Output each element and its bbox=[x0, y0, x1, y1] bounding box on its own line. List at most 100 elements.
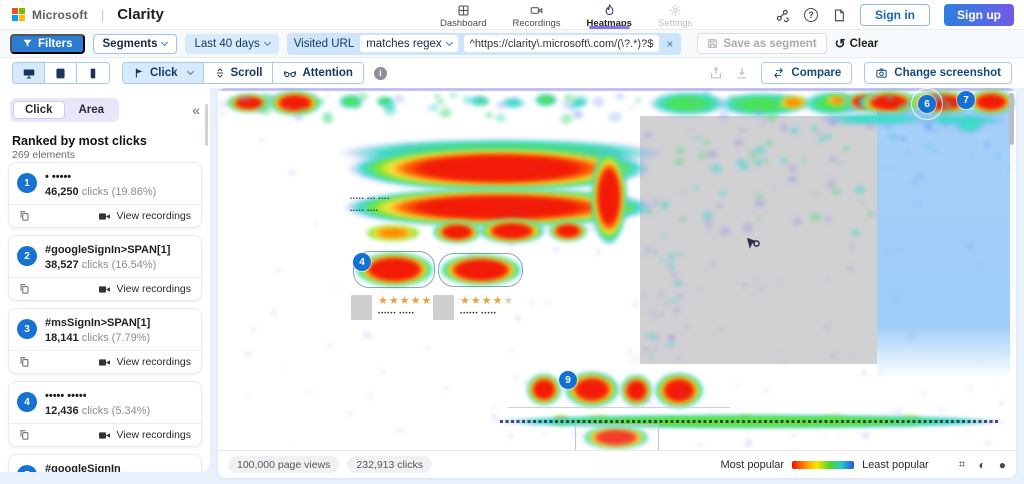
view-recordings-button[interactable]: View recordings bbox=[98, 356, 191, 368]
settings-gear-icon bbox=[670, 4, 681, 16]
list-item[interactable]: 2 #googleSignIn>SPAN[1] 38,527 clicks (1… bbox=[8, 235, 202, 301]
heat-noise-dot bbox=[866, 210, 875, 218]
heat-noise-dot bbox=[835, 432, 841, 438]
map-badge-7[interactable]: 7 bbox=[957, 91, 975, 109]
device-mobile-button[interactable] bbox=[77, 63, 109, 83]
list-item[interactable]: 1 • ••••• 46,250 clicks (19.86%) View re… bbox=[8, 162, 202, 228]
copy-icon[interactable] bbox=[19, 210, 30, 222]
segments-dropdown[interactable]: Segments bbox=[92, 33, 178, 54]
heat-noise-dot bbox=[507, 433, 515, 439]
heat-blob bbox=[548, 220, 588, 242]
copy-icon[interactable] bbox=[19, 429, 30, 441]
list-item[interactable]: 5 #googleSignIn 11,858 clicks (5.09%) Vi… bbox=[8, 454, 202, 472]
heat-noise-dot bbox=[708, 261, 716, 268]
heat-noise-dot bbox=[275, 266, 283, 273]
heat-blob bbox=[364, 224, 422, 242]
copy-icon[interactable] bbox=[19, 283, 30, 295]
heat-noise-dot bbox=[287, 168, 297, 177]
heat-noise-dot bbox=[587, 224, 598, 233]
date-range-dropdown[interactable]: Last 40 days bbox=[185, 33, 279, 54]
grid-settings-icon[interactable]: ⌗ bbox=[959, 457, 966, 472]
info-icon[interactable]: i bbox=[373, 66, 387, 80]
heat-noise-dot bbox=[837, 161, 844, 166]
masked-review-text: •••••• ••••• bbox=[460, 311, 497, 317]
heat-noise-dot bbox=[672, 307, 681, 314]
heatmap-status-bar: 100,000 page views 232,913 clicks Most p… bbox=[218, 450, 1016, 478]
collapse-panel-icon[interactable]: « bbox=[192, 102, 200, 118]
match-type-dropdown[interactable]: matches regex bbox=[360, 35, 458, 52]
heat-noise-dot bbox=[321, 110, 332, 119]
scroll-mode-button[interactable]: Scroll bbox=[203, 63, 274, 83]
heat-noise-dot bbox=[483, 111, 494, 120]
compare-button[interactable]: Compare bbox=[761, 62, 853, 84]
heat-noise-dot bbox=[449, 91, 459, 99]
heat-noise-dot bbox=[764, 138, 775, 147]
map-badge-6[interactable]: 6 bbox=[911, 88, 943, 120]
url-value-input[interactable]: ^https://clarity\.microsoft\.com/(\?.*)?… bbox=[463, 35, 660, 52]
heat-blob bbox=[432, 220, 482, 244]
review-card: ★★★★★ •••••• ••••• bbox=[433, 295, 514, 320]
nav-dashboard[interactable]: Dashboard bbox=[438, 0, 488, 30]
app-title: Clarity bbox=[117, 6, 164, 23]
device-toggle-group bbox=[12, 62, 110, 84]
contrast-icon[interactable]: ● bbox=[999, 458, 1006, 472]
attention-mode-button[interactable]: Attention bbox=[273, 63, 363, 83]
share-link-icon[interactable] bbox=[775, 8, 790, 23]
nav-recordings[interactable]: Recordings bbox=[510, 0, 562, 30]
heatmap-scrollbar[interactable] bbox=[1009, 93, 1014, 145]
sign-up-button[interactable]: Sign up bbox=[944, 4, 1014, 26]
heat-noise-dot bbox=[848, 243, 856, 250]
heat-noise-dot bbox=[853, 184, 867, 195]
microsoft-wordmark: Microsoft bbox=[32, 7, 88, 22]
heat-noise-dot bbox=[717, 189, 727, 198]
map-badge-9[interactable]: 9 bbox=[559, 371, 577, 389]
list-item[interactable]: 4 ••••• ••••• 12,436 clicks (5.34%) View… bbox=[8, 381, 202, 447]
click-mode-button[interactable]: Click bbox=[123, 63, 204, 83]
page-views-chip: 100,000 page views bbox=[228, 456, 340, 473]
map-badge-4[interactable]: 4 bbox=[353, 253, 371, 271]
video-camera-icon bbox=[99, 285, 111, 293]
copy-icon[interactable] bbox=[19, 356, 30, 368]
save-as-segment-button[interactable]: Save as segment bbox=[697, 33, 827, 54]
view-recordings-button[interactable]: View recordings bbox=[98, 429, 191, 441]
heat-noise-dot bbox=[845, 352, 853, 358]
change-screenshot-button[interactable]: Change screenshot bbox=[864, 62, 1012, 84]
feedback-doc-icon[interactable] bbox=[832, 8, 846, 23]
heat-noise-dot bbox=[526, 165, 534, 172]
heat-noise-dot bbox=[257, 137, 267, 145]
view-recordings-button[interactable]: View recordings bbox=[98, 283, 191, 295]
remove-filter-icon[interactable]: × bbox=[665, 37, 674, 51]
recordings-camera-icon bbox=[530, 6, 543, 14]
device-tablet-button[interactable] bbox=[45, 63, 77, 83]
heat-noise-dot bbox=[648, 354, 655, 360]
sign-in-button[interactable]: Sign in bbox=[860, 4, 930, 26]
list-item[interactable]: 3 #msSignIn>SPAN[1] 18,141 clicks (7.79%… bbox=[8, 308, 202, 374]
nav-heatmaps[interactable]: Heatmaps bbox=[585, 0, 634, 30]
masked-review-text: •••••• ••••• bbox=[378, 311, 415, 317]
view-recordings-button[interactable]: View recordings bbox=[98, 210, 191, 222]
nav-settings[interactable]: Settings bbox=[656, 0, 694, 30]
heat-noise-dot bbox=[669, 297, 679, 304]
star-rating: ★★★★★ bbox=[378, 295, 433, 307]
brightness-icon[interactable]: ◐ bbox=[979, 458, 986, 472]
heat-noise-dot bbox=[762, 388, 770, 394]
heat-noise-dot bbox=[650, 310, 656, 314]
share-icon[interactable] bbox=[709, 66, 723, 80]
heat-noise-dot bbox=[1007, 347, 1014, 353]
heat-noise-dot bbox=[879, 372, 884, 376]
heat-noise-dot bbox=[395, 426, 406, 435]
clear-filters-button[interactable]: ↺ Clear bbox=[835, 36, 879, 52]
tab-click[interactable]: Click bbox=[13, 101, 65, 119]
heatmap-viewport[interactable]: ★★★★★ •••••• ••••• ★★★★★ •••••• ••••• ••… bbox=[218, 88, 1016, 450]
panel-scrollbar[interactable] bbox=[205, 104, 208, 146]
download-icon[interactable] bbox=[735, 66, 749, 80]
heat-noise-dot bbox=[968, 151, 973, 156]
funnel-icon bbox=[23, 39, 32, 47]
filters-button[interactable]: Filters bbox=[10, 33, 85, 54]
help-icon[interactable]: ? bbox=[804, 8, 818, 22]
heat-noise-dot bbox=[903, 102, 911, 109]
tab-area[interactable]: Area bbox=[67, 101, 117, 119]
device-desktop-button[interactable] bbox=[13, 63, 45, 83]
heat-noise-dot bbox=[510, 347, 516, 352]
element-label: #googleSignIn>SPAN[1] bbox=[45, 244, 171, 256]
